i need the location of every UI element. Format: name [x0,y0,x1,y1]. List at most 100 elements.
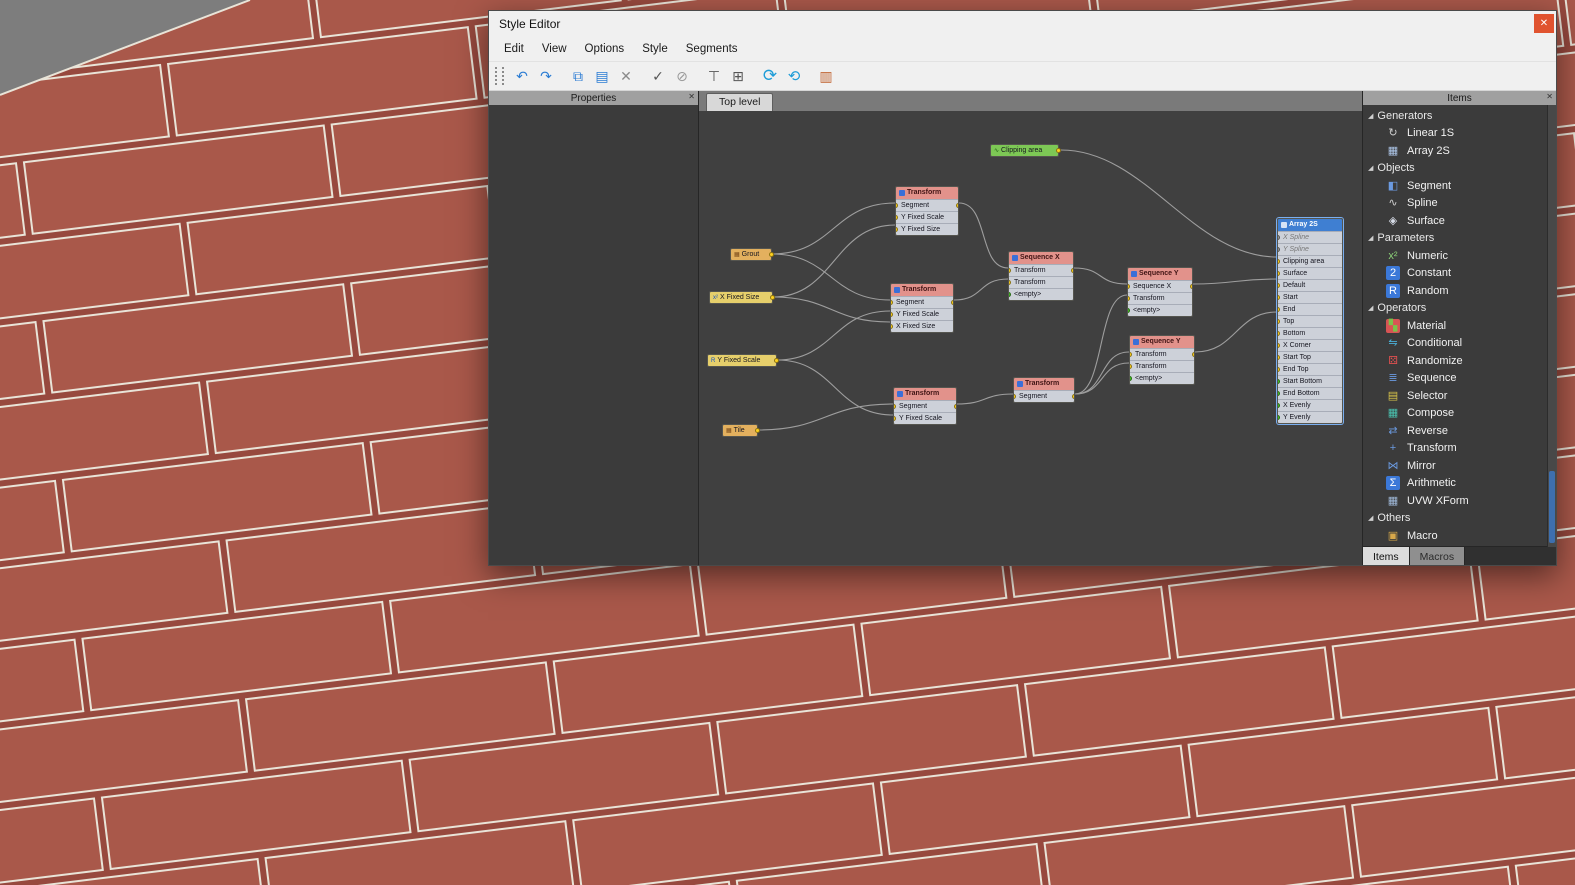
properties-panel-header[interactable]: Properties ✕ [489,91,698,105]
disable-icon[interactable]: ⊘ [670,65,694,87]
output-port[interactable] [1072,394,1074,399]
items-panel-header[interactable]: Items ✕ [1363,91,1556,105]
paste-icon[interactable]: ▤ [590,65,614,87]
output-port[interactable] [956,203,958,208]
copy-icon[interactable]: ⧉ [566,65,590,87]
node-row-y-fixed-scale[interactable]: Y Fixed Scale [894,412,956,424]
input-port[interactable] [1278,319,1280,324]
list-item-compose[interactable]: ▦Compose [1363,405,1556,423]
list-item-constant[interactable]: 2Constant [1363,265,1556,283]
node-row-transform[interactable]: Transform [1130,360,1194,372]
input-port[interactable] [894,416,896,421]
node-row-start-top[interactable]: Start Top [1278,351,1342,363]
node-row-bottom[interactable]: Bottom [1278,327,1342,339]
output-port[interactable] [774,358,779,363]
list-item-selector[interactable]: ▤Selector [1363,387,1556,405]
menu-options[interactable]: Options [576,40,634,58]
output-port[interactable] [1190,284,1192,289]
input-port[interactable] [1278,307,1280,312]
undo-icon[interactable]: ↶ [510,65,534,87]
node-row-x-spline[interactable]: X Spline [1278,231,1342,243]
refresh-icon[interactable]: ⟳ [758,65,782,87]
node-x-fixed-size-xfs[interactable]: x²X Fixed Size [709,291,773,304]
items-panel-tab-macros[interactable]: Macros [1410,547,1465,565]
node-row-start-bottom[interactable]: Start Bottom [1278,375,1342,387]
node-row-segment[interactable]: Segment [896,199,958,211]
node-canvas[interactable]: ∿Clipping area ▦Grout x²X Fixed Size RY Fix… [699,111,1362,565]
input-port[interactable] [894,404,896,409]
items-group-objects[interactable]: ◢Objects [1363,160,1556,178]
input-port[interactable] [1278,247,1280,252]
output-port[interactable] [755,428,760,433]
input-port[interactable] [1128,284,1130,289]
menu-view[interactable]: View [533,40,576,58]
input-port[interactable] [896,203,898,208]
input-port[interactable] [896,227,898,232]
node-sequence-y-seqy2[interactable]: Sequence YTransformTransform<empty> [1129,335,1195,385]
input-port[interactable] [1278,259,1280,264]
delete-icon[interactable]: ✕ [614,65,638,87]
input-port[interactable] [1278,331,1280,336]
input-port[interactable] [1278,379,1280,384]
output-port[interactable] [769,252,774,257]
input-port[interactable] [1009,280,1011,285]
output-port[interactable] [770,295,775,300]
node-transform-t3[interactable]: TransformSegmentY Fixed Scale [893,387,957,425]
expand-icon[interactable]: ⊞ [726,65,750,87]
list-item-conditional[interactable]: ⇋Conditional [1363,335,1556,353]
items-panel-tab-items[interactable]: Items [1363,547,1410,565]
node-row-clipping-area[interactable]: Clipping area [1278,255,1342,267]
items-group-operators[interactable]: ◢Operators [1363,300,1556,318]
properties-close-icon[interactable]: ✕ [688,92,695,101]
library-icon[interactable]: ▥ [814,65,838,87]
node-clipping-area-clip[interactable]: ∿Clipping area [990,144,1059,157]
input-port[interactable] [1278,355,1280,360]
output-port[interactable] [954,404,956,409]
list-item-linear-1s[interactable]: ↻Linear 1S [1363,125,1556,143]
list-item-numeric[interactable]: x²Numeric [1363,247,1556,265]
list-item-macro[interactable]: ▣Macro [1363,527,1556,545]
node-row-end-top[interactable]: End Top [1278,363,1342,375]
node-row-transform[interactable]: Transform [1128,292,1192,304]
list-item-sequence[interactable]: ≣Sequence [1363,370,1556,388]
input-port[interactable] [1278,283,1280,288]
node-transform-t1[interactable]: TransformSegmentY Fixed ScaleY Fixed Siz… [895,186,959,236]
node-row-top[interactable]: Top [1278,315,1342,327]
output-port[interactable] [1192,352,1194,357]
list-item-surface[interactable]: ◈Surface [1363,212,1556,230]
node-row-sequence-x[interactable]: Sequence X [1128,280,1192,292]
input-port[interactable] [1278,403,1280,408]
node-row-transform[interactable]: Transform [1009,264,1073,276]
input-port[interactable] [891,300,893,305]
items-group-generators[interactable]: ◢Generators [1363,107,1556,125]
items-scrollbar-thumb[interactable] [1549,471,1555,543]
title-bar[interactable]: Style Editor ✕ [489,11,1556,37]
node-sequence-x-seqx[interactable]: Sequence XTransformTransform<empty> [1008,251,1074,301]
node-y-fixed-scale-yfs[interactable]: RY Fixed Scale [707,354,777,367]
items-close-icon[interactable]: ✕ [1546,92,1553,101]
items-scrollbar[interactable] [1547,105,1556,547]
items-group-parameters[interactable]: ◢Parameters [1363,230,1556,248]
collapse-icon[interactable]: ⊤ [702,65,726,87]
node-row-y-fixed-scale[interactable]: Y Fixed Scale [891,308,953,320]
node-sequence-y-seqy1[interactable]: Sequence YSequence XTransform<empty> [1127,267,1193,317]
input-port[interactable] [1278,271,1280,276]
node-row-empty[interactable]: <empty> [1128,304,1192,316]
items-group-others[interactable]: ◢Others [1363,510,1556,528]
node-grout-grout[interactable]: ▦Grout [730,248,772,261]
list-item-spline[interactable]: ∿Spline [1363,195,1556,213]
list-item-segment[interactable]: ◧Segment [1363,177,1556,195]
input-port[interactable] [1278,295,1280,300]
list-item-material[interactable]: ▚Material [1363,317,1556,335]
input-port[interactable] [1130,376,1132,381]
node-transform-t4[interactable]: TransformSegment [1013,377,1075,403]
node-row-empty[interactable]: <empty> [1009,288,1073,300]
list-item-array-2s[interactable]: ▦Array 2S [1363,142,1556,160]
input-port[interactable] [891,324,893,329]
menu-style[interactable]: Style [633,40,677,58]
node-row-y-fixed-size[interactable]: Y Fixed Size [896,223,958,235]
node-row-segment[interactable]: Segment [1014,390,1074,402]
node-row-surface[interactable]: Surface [1278,267,1342,279]
close-button[interactable]: ✕ [1534,14,1554,33]
node-row-empty[interactable]: <empty> [1130,372,1194,384]
